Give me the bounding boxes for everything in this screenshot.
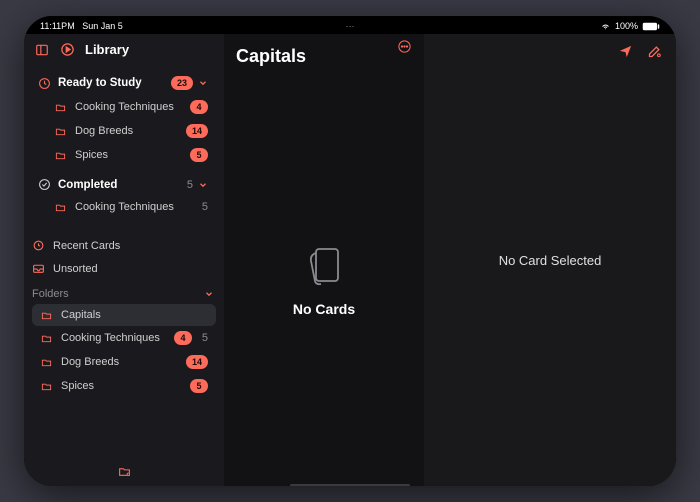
folder-icon (40, 381, 53, 392)
battery-icon (642, 22, 660, 31)
item-badge: 4 (190, 100, 208, 114)
sidebar: Library Ready to Study 23 Cooking Techni… (24, 34, 224, 486)
unsorted[interactable]: Unsorted (24, 257, 224, 280)
status-left: 11:11PM Sun Jan 5 (40, 21, 123, 31)
recent-label: Recent Cards (53, 240, 120, 252)
clock-icon (38, 77, 51, 90)
chevron-down-icon (204, 289, 214, 299)
list-empty-state: No Cards (224, 71, 424, 486)
ready-section: Ready to Study 23 Cooking Techniques 4Do… (24, 65, 224, 173)
item-badge: 5 (190, 148, 208, 162)
sidebar-bottom (24, 457, 224, 486)
folder-icon (54, 202, 67, 213)
item-badge: 14 (186, 124, 208, 138)
detail-pane: No Card Selected (424, 34, 676, 486)
list-empty-label: No Cards (293, 301, 355, 317)
detail-empty-label: No Card Selected (499, 253, 602, 268)
folders-label: Folders (32, 288, 69, 300)
app: Library Ready to Study 23 Cooking Techni… (24, 34, 676, 486)
list-title: Capitals (236, 46, 306, 67)
folder-icon (40, 310, 53, 321)
item-label: Spices (75, 149, 108, 161)
folder-icon (54, 150, 67, 161)
inbox-icon (32, 262, 45, 275)
play-icon[interactable] (60, 42, 75, 57)
ready-header[interactable]: Ready to Study 23 (32, 71, 216, 95)
ready-badge: 23 (171, 76, 193, 90)
ready-label: Ready to Study (58, 77, 142, 89)
completed-label: Completed (58, 179, 117, 191)
status-bar: 11:11PM Sun Jan 5 ··· 100% (24, 16, 676, 34)
folder-icon (40, 357, 53, 368)
folder-item[interactable]: Capitals (32, 304, 216, 326)
item-label: Cooking Techniques (75, 101, 174, 113)
list-header: Capitals (224, 34, 424, 71)
item-label: Dog Breeds (61, 356, 119, 368)
item-badge: 5 (190, 379, 208, 393)
completed-section: Completed 5 Cooking Techniques 5 (24, 173, 224, 224)
detail-actions (618, 44, 662, 59)
ready-item[interactable]: Spices 5 (32, 143, 216, 167)
chevron-down-icon (198, 180, 208, 190)
ready-item[interactable]: Dog Breeds 14 (32, 119, 216, 143)
item-label: Cooking Techniques (75, 201, 174, 213)
home-indicator (290, 484, 410, 486)
battery-pct: 100% (615, 21, 638, 31)
folder-icon (40, 333, 53, 344)
check-circle-icon (38, 178, 51, 191)
ready-item[interactable]: Cooking Techniques 4 (32, 95, 216, 119)
item-label: Cooking Techniques (61, 332, 160, 344)
item-count: 5 (198, 201, 208, 213)
history-icon (32, 239, 45, 252)
item-badge: 4 (174, 331, 192, 345)
new-folder-icon[interactable] (34, 465, 214, 478)
folder-item[interactable]: Spices 5 (32, 374, 216, 398)
completed-item[interactable]: Cooking Techniques 5 (32, 196, 216, 218)
chevron-down-icon (198, 78, 208, 88)
sidebar-top: Library (24, 34, 224, 65)
item-label: Dog Breeds (75, 125, 133, 137)
item-label: Capitals (61, 309, 101, 321)
completed-count: 5 (183, 179, 193, 191)
item-badge: 14 (186, 355, 208, 369)
sidebar-toggle-icon[interactable] (34, 43, 50, 57)
more-icon[interactable] (397, 39, 412, 54)
folder-icon (54, 102, 67, 113)
folders-header[interactable]: Folders (24, 280, 224, 304)
folder-item[interactable]: Dog Breeds 14 (32, 350, 216, 374)
device-frame: 11:11PM Sun Jan 5 ··· 100% Library (24, 16, 676, 486)
compose-icon[interactable] (647, 44, 662, 59)
folder-item[interactable]: Cooking Techniques 45 (32, 326, 216, 350)
cards-icon (302, 241, 346, 289)
recent-cards[interactable]: Recent Cards (24, 234, 224, 257)
send-icon[interactable] (618, 44, 633, 59)
unsorted-label: Unsorted (53, 263, 98, 275)
status-right: 100% (600, 21, 660, 31)
wifi-icon (600, 22, 611, 31)
list-pane: Capitals No Cards (224, 34, 424, 486)
folder-icon (54, 126, 67, 137)
status-date: Sun Jan 5 (82, 21, 123, 31)
status-ellipsis: ··· (346, 21, 355, 31)
status-time: 11:11PM (40, 21, 75, 31)
item-label: Spices (61, 380, 94, 392)
item-count: 5 (198, 332, 208, 344)
sidebar-title: Library (85, 42, 129, 57)
completed-header[interactable]: Completed 5 (32, 173, 216, 196)
